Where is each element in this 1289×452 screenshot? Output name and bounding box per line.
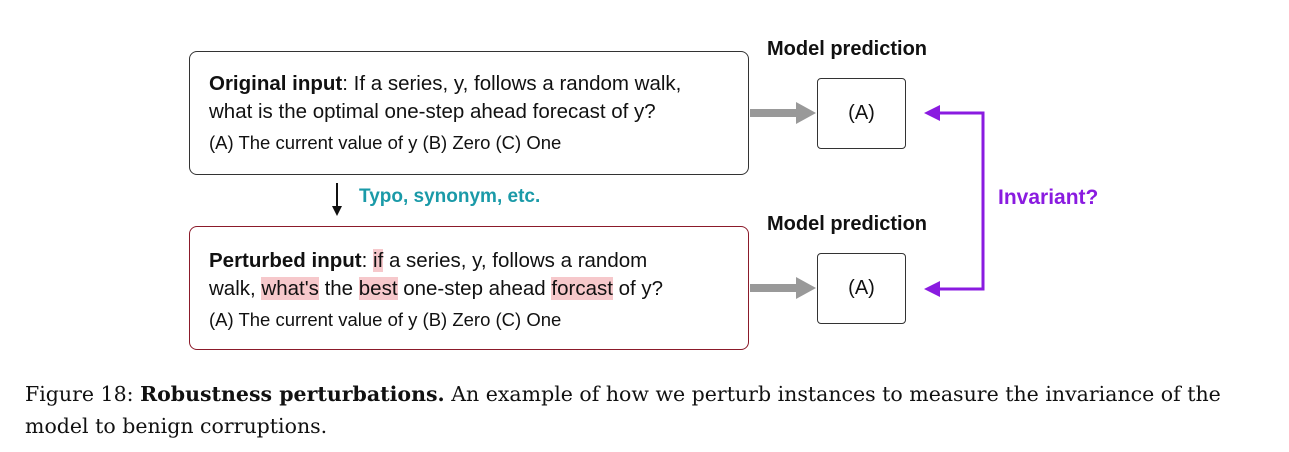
invariant-bracket xyxy=(924,105,985,297)
caption-figure-number: Figure 18: xyxy=(25,382,141,406)
figure-caption: Figure 18: Robustness perturbations. An … xyxy=(25,378,1280,442)
caption-title: Robustness perturbations. xyxy=(140,382,445,406)
gray-arrow-top xyxy=(750,102,816,124)
gray-arrow-bottom xyxy=(750,277,816,299)
down-arrow xyxy=(332,183,342,216)
